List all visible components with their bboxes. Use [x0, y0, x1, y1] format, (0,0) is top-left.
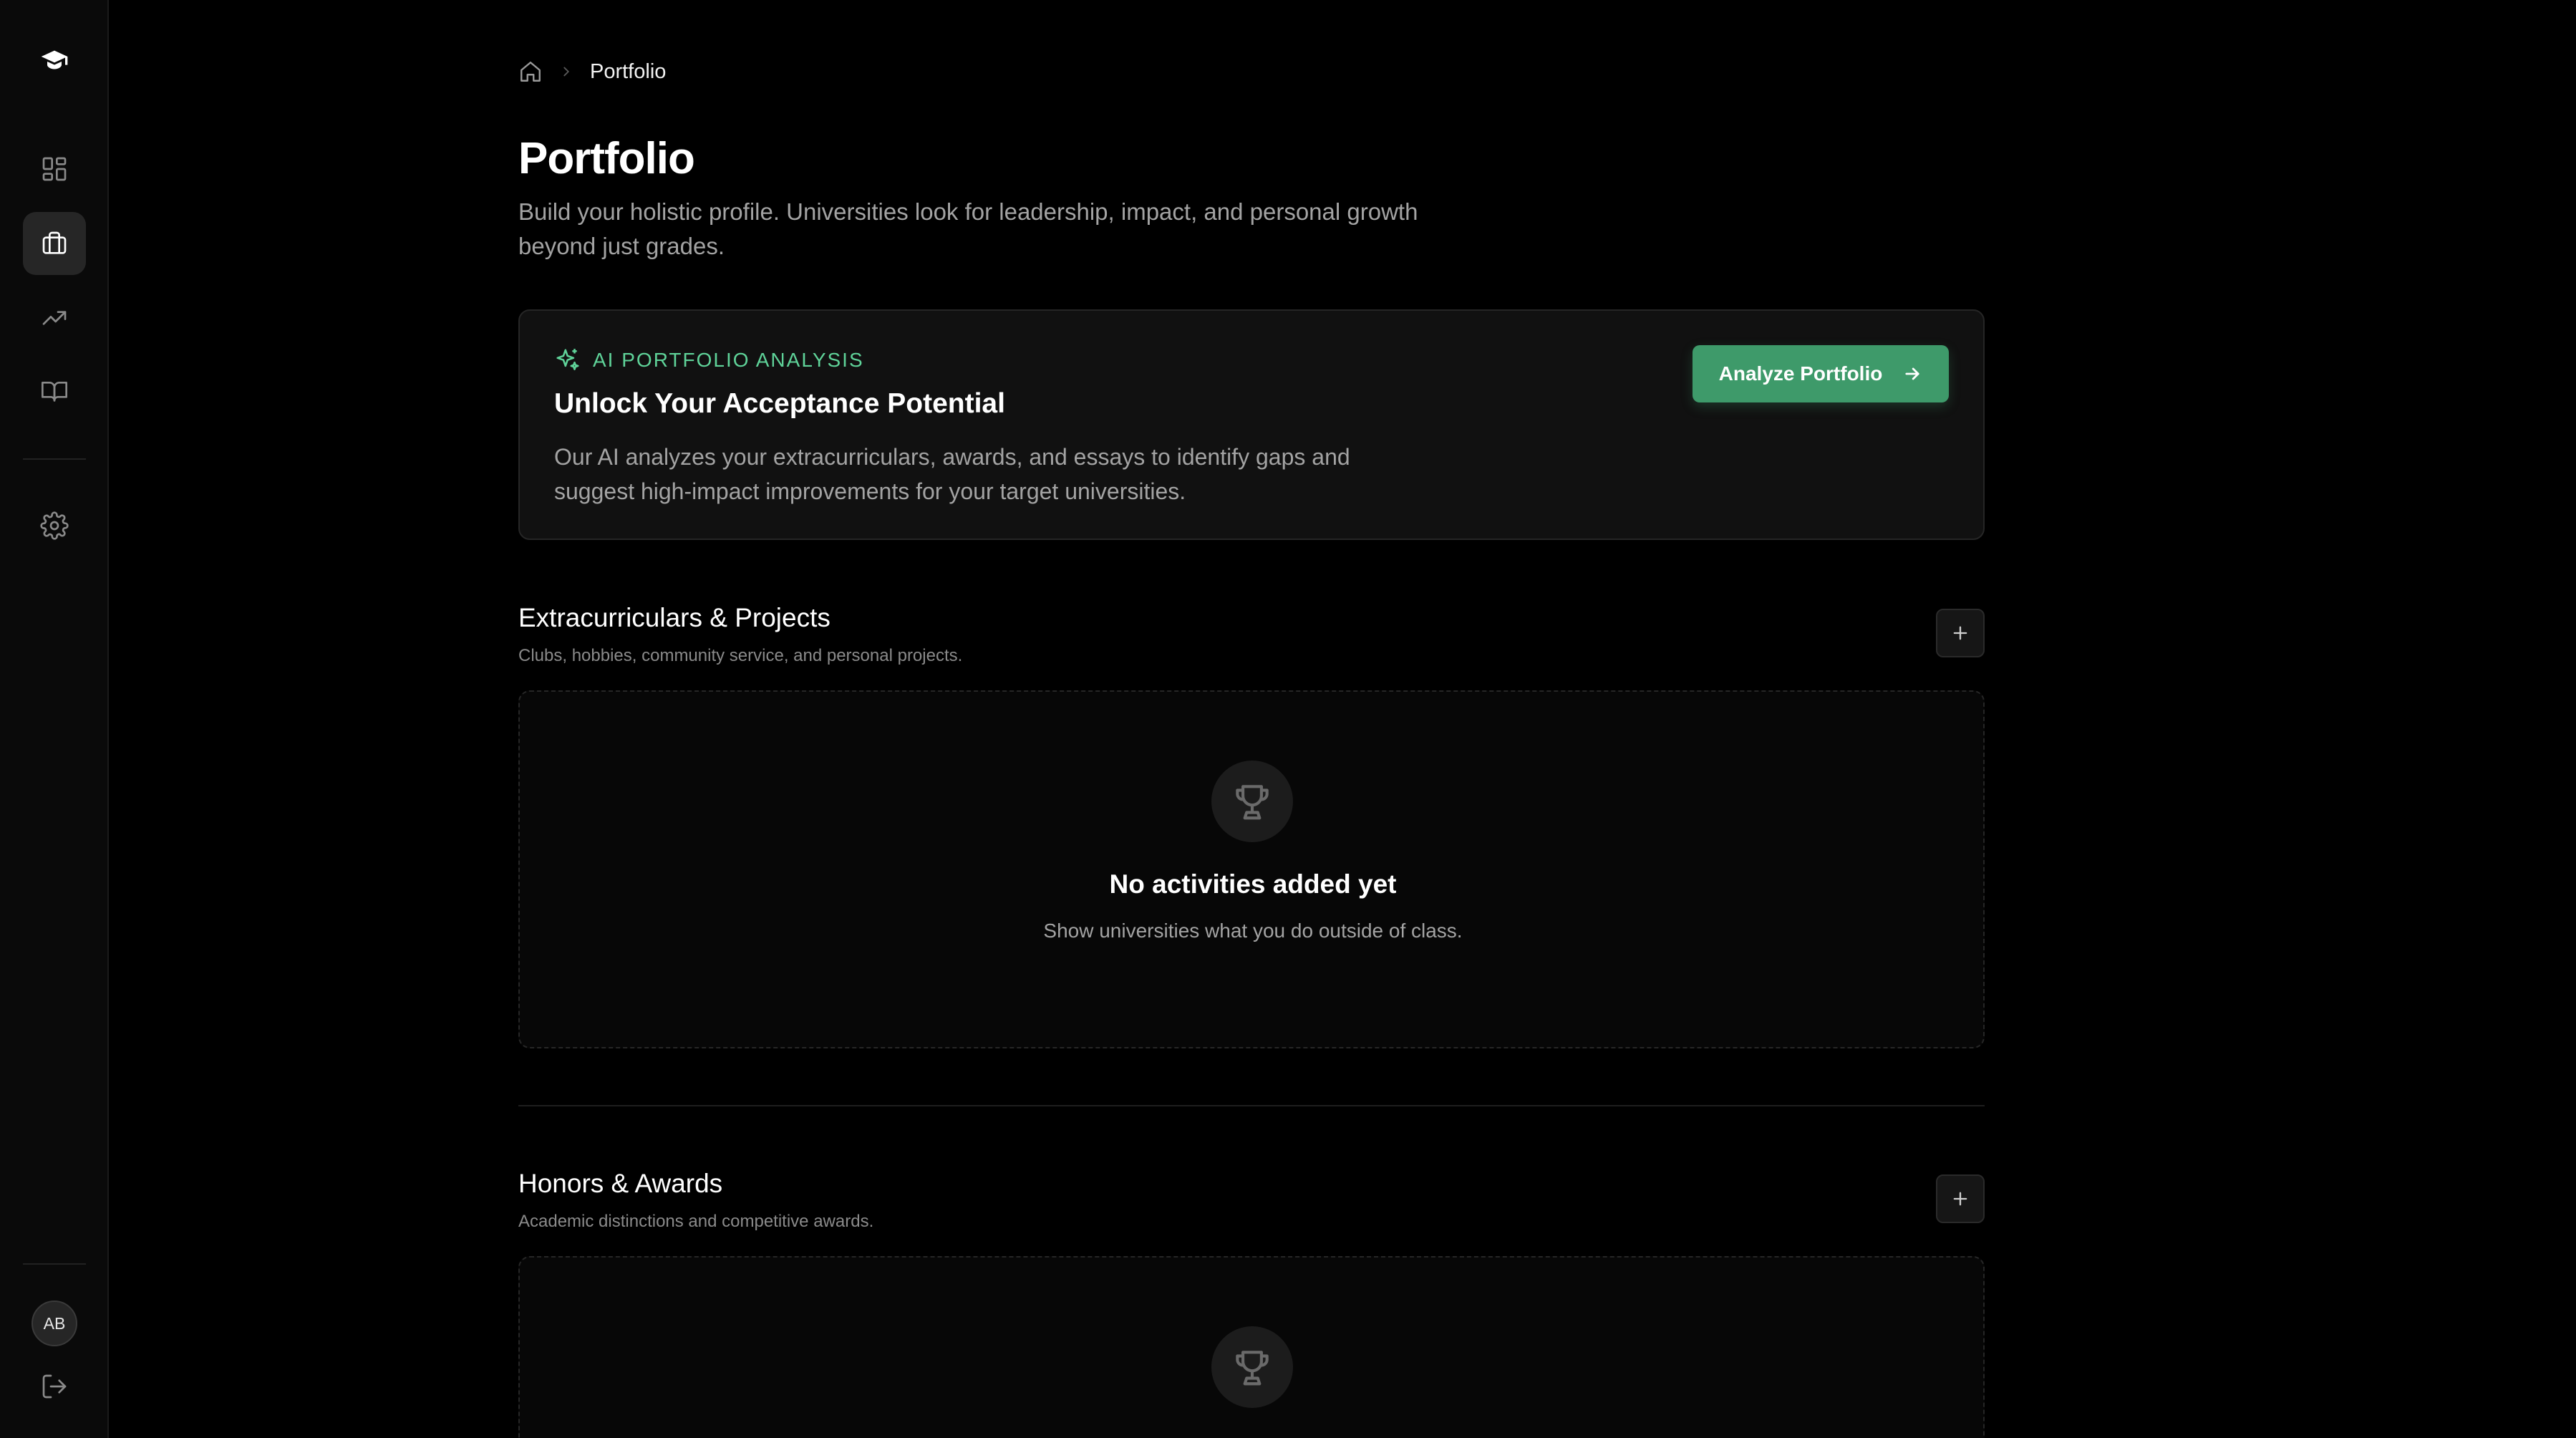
- sidebar-divider-bottom: [23, 1263, 86, 1265]
- dashboard-icon: [42, 157, 67, 181]
- sidebar-divider: [23, 458, 86, 460]
- plus-icon: [1953, 626, 1967, 640]
- nav-progress[interactable]: [23, 286, 86, 349]
- page-title: Portfolio: [518, 134, 695, 183]
- analyze-portfolio-button[interactable]: Analyze Portfolio: [1693, 345, 1949, 402]
- empty-state-subtitle: Show universities what you do outside of…: [1043, 920, 1463, 942]
- extracurriculars-empty-state: No activities added yet Show universitie…: [518, 690, 1985, 1048]
- gear-icon: [40, 511, 69, 540]
- honors-title: Honors & Awards: [518, 1169, 723, 1198]
- extracurriculars-title: Extracurriculars & Projects: [518, 603, 831, 632]
- sidebar: AB: [0, 0, 109, 1438]
- extracurriculars-subtitle: Clubs, hobbies, community service, and p…: [518, 646, 963, 665]
- trophy-icon: [1211, 761, 1293, 842]
- ai-label: AI PORTFOLIO ANALYSIS: [554, 347, 864, 374]
- sparkles-icon: [554, 347, 581, 374]
- avatar[interactable]: AB: [32, 1301, 77, 1346]
- empty-state-title: No activities added yet: [1109, 869, 1397, 899]
- arrow-right-icon: [1902, 364, 1922, 384]
- briefcase-icon: [42, 231, 67, 254]
- trending-up-icon: [42, 311, 67, 325]
- breadcrumb-current: Portfolio: [590, 59, 667, 83]
- section-divider: [518, 1105, 1985, 1106]
- nav-dashboard[interactable]: [23, 137, 86, 201]
- breadcrumb: Portfolio: [518, 57, 666, 86]
- chevron-right-icon: [558, 64, 574, 79]
- analyze-portfolio-label: Analyze Portfolio: [1718, 362, 1883, 385]
- nav-portfolio[interactable]: [23, 212, 86, 275]
- honors-subtitle: Academic distinctions and competitive aw…: [518, 1212, 874, 1231]
- page-subtitle: Build your holistic profile. Universitie…: [518, 198, 1418, 259]
- add-extracurricular-button[interactable]: [1936, 609, 1985, 657]
- ai-label-text: AI PORTFOLIO ANALYSIS: [593, 349, 864, 371]
- ai-card-description: Our AI analyzes your extracurriculars, a…: [554, 444, 1350, 504]
- logout-icon: [42, 1374, 67, 1399]
- book-open-icon: [42, 382, 67, 402]
- add-honor-button[interactable]: [1936, 1174, 1985, 1223]
- logout-button[interactable]: [23, 1355, 86, 1418]
- home-icon[interactable]: [518, 59, 543, 84]
- nav-settings[interactable]: [23, 494, 86, 557]
- nav-library[interactable]: [23, 360, 86, 423]
- honors-empty-state: [518, 1256, 1985, 1438]
- graduation-cap-icon[interactable]: [23, 29, 86, 92]
- plus-icon: [1953, 1192, 1967, 1206]
- ai-card-title: Unlock Your Acceptance Potential: [554, 388, 1005, 419]
- trophy-icon: [1211, 1326, 1293, 1408]
- ai-analysis-card: AI PORTFOLIO ANALYSIS Unlock Your Accept…: [518, 309, 1985, 540]
